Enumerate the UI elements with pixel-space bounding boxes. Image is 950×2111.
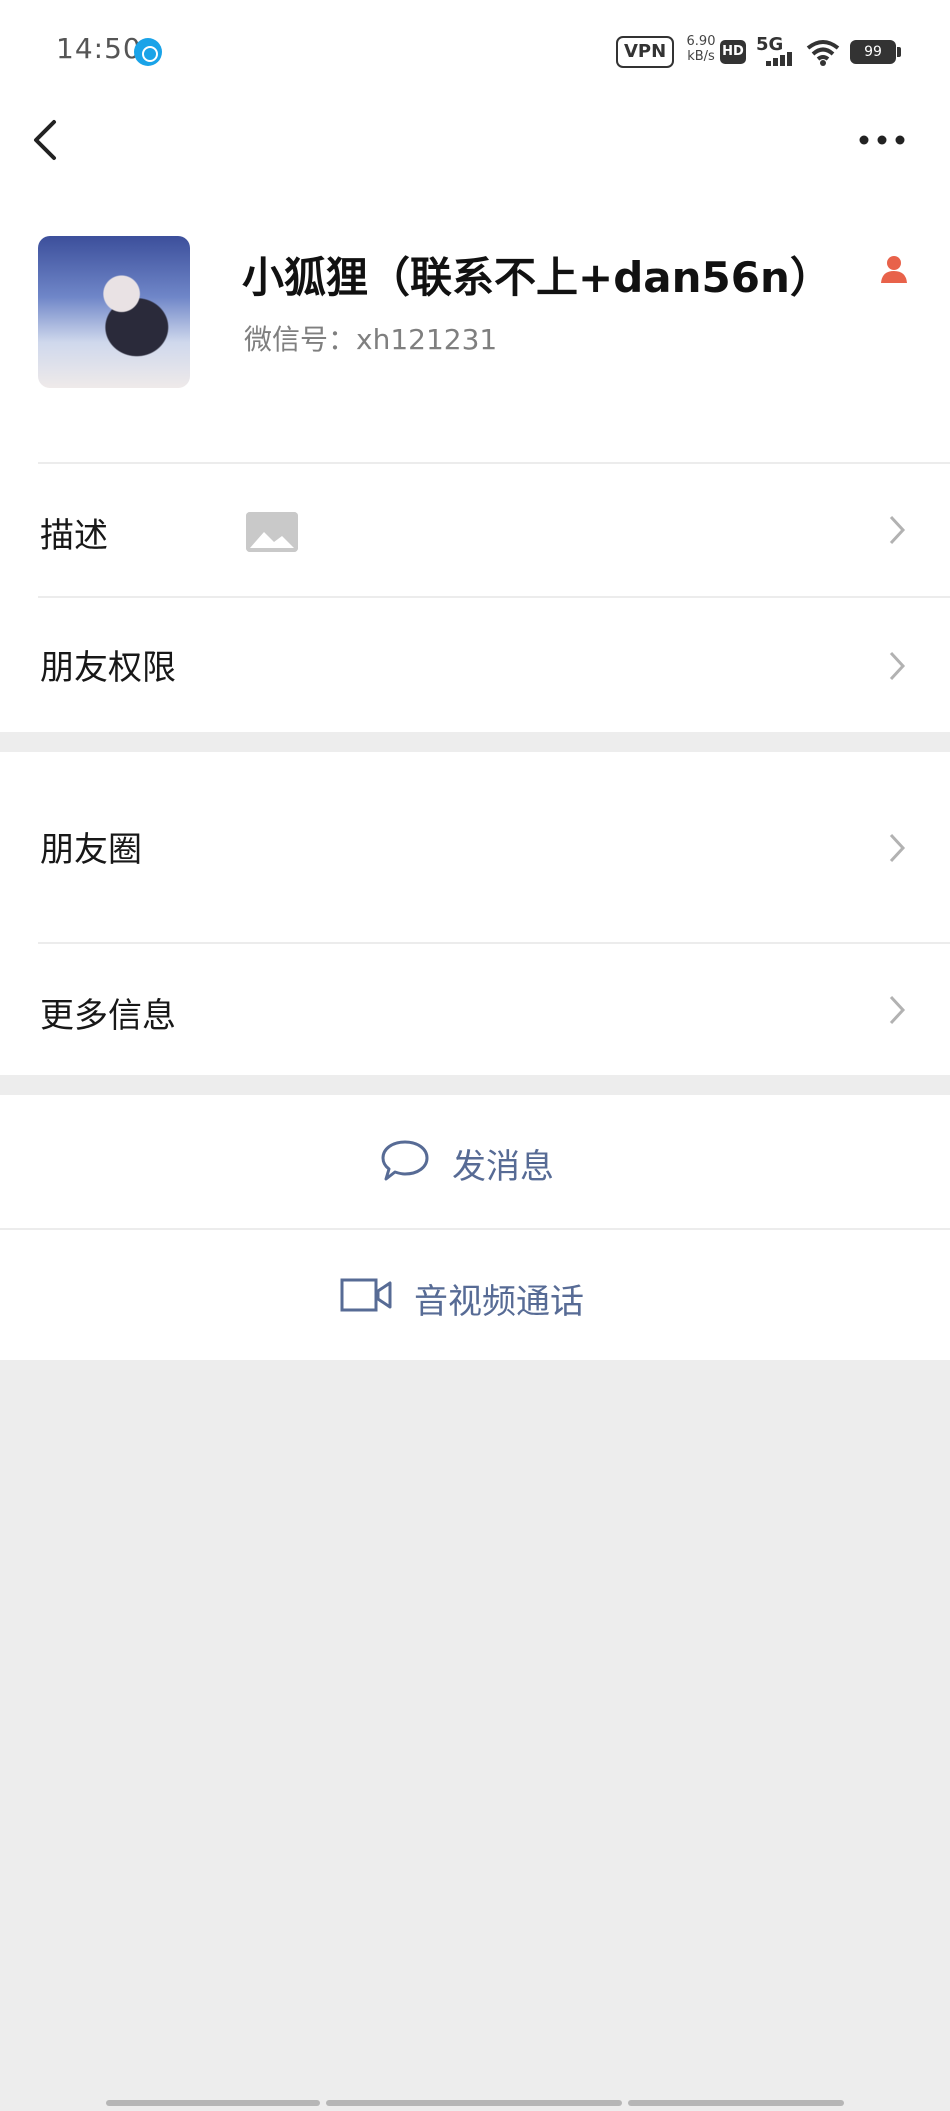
hd-badge: HD (720, 40, 746, 64)
battery-indicator: 99 (850, 40, 901, 64)
app-notification-icon (134, 38, 162, 66)
more-info-row[interactable]: 更多信息 (0, 944, 950, 1075)
video-camera-icon (340, 1278, 392, 1312)
status-time: 14:50 (56, 32, 142, 65)
female-gender-icon (881, 256, 907, 283)
more-info-label: 更多信息 (40, 996, 176, 1036)
moments-label: 朋友圈 (40, 830, 142, 870)
avatar[interactable] (38, 236, 190, 388)
home-indicator (106, 2100, 320, 2106)
friend-permissions-label: 朋友权限 (40, 648, 176, 688)
contact-name: 小狐狸（联系不上+dan56n） (242, 253, 832, 302)
more-options-button[interactable] (852, 118, 912, 162)
image-placeholder-icon[interactable] (246, 512, 298, 552)
video-call-label: 音视频通话 (414, 1282, 584, 1322)
signal-icon (766, 50, 796, 66)
chevron-right-icon (889, 515, 906, 545)
network-speed-value: 6.90 (686, 34, 716, 49)
chevron-right-icon (889, 995, 906, 1025)
network-speed: 6.90 kB/s (680, 34, 722, 64)
home-indicator (628, 2100, 844, 2106)
description-label: 描述 (40, 516, 108, 556)
friend-permissions-row[interactable]: 朋友权限 (0, 598, 950, 732)
send-message-button[interactable]: 发消息 (0, 1095, 950, 1225)
wechat-id: 微信号：xh121231 (244, 323, 498, 356)
chat-bubble-icon (381, 1140, 429, 1181)
network-speed-unit: kB/s (687, 49, 715, 64)
vpn-badge: VPN (616, 36, 675, 68)
video-call-button[interactable]: 音视频通话 (0, 1230, 950, 1360)
home-indicator (326, 2100, 622, 2106)
back-button[interactable] (24, 110, 68, 170)
chevron-right-icon (889, 651, 906, 681)
chevron-right-icon (889, 833, 906, 863)
send-message-label: 发消息 (452, 1147, 554, 1187)
wifi-icon (806, 40, 840, 66)
description-row[interactable]: 描述 (0, 464, 950, 596)
status-bar: 14:50 VPN 6.90 kB/s HD 5G 99 (0, 0, 950, 100)
moments-row[interactable]: 朋友圈 (0, 752, 950, 942)
